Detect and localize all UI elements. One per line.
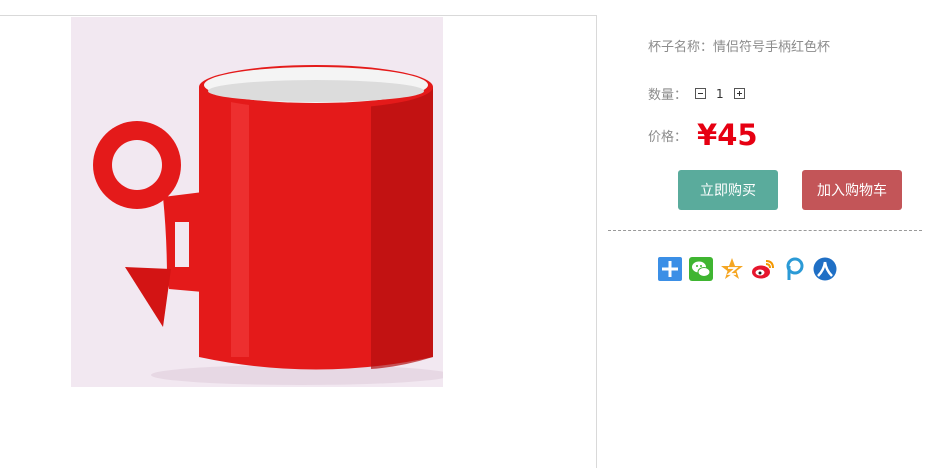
- pengyou-icon[interactable]: [782, 257, 806, 281]
- quantity-value: 1: [716, 86, 724, 101]
- renren-icon[interactable]: [813, 257, 837, 281]
- quantity-label: 数量：: [648, 88, 688, 103]
- product-name-row: 杯子名称：情侣符号手柄红色杯: [648, 36, 830, 55]
- buy-now-button[interactable]: 立即购买: [678, 170, 778, 210]
- add-to-cart-button[interactable]: 加入购物车: [802, 170, 902, 210]
- product-name-value: 情侣符号手柄红色杯: [713, 40, 831, 55]
- quantity-increase-button[interactable]: [733, 88, 745, 99]
- qzone-icon[interactable]: [720, 257, 744, 281]
- price-row: 价格： ¥45: [648, 118, 758, 152]
- share-bar: [658, 257, 844, 281]
- quantity-row: 数量： 1: [648, 84, 745, 103]
- wechat-icon[interactable]: [689, 257, 713, 281]
- product-name-label: 杯子名称：: [648, 40, 714, 55]
- price-value: ¥45: [697, 118, 758, 152]
- quantity-decrease-button[interactable]: [695, 88, 707, 99]
- weibo-icon[interactable]: [751, 257, 775, 281]
- share-more-icon[interactable]: [658, 257, 682, 281]
- product-image: [71, 17, 443, 387]
- divider: [608, 230, 922, 231]
- price-label: 价格：: [648, 129, 688, 145]
- product-image-panel: [0, 15, 597, 468]
